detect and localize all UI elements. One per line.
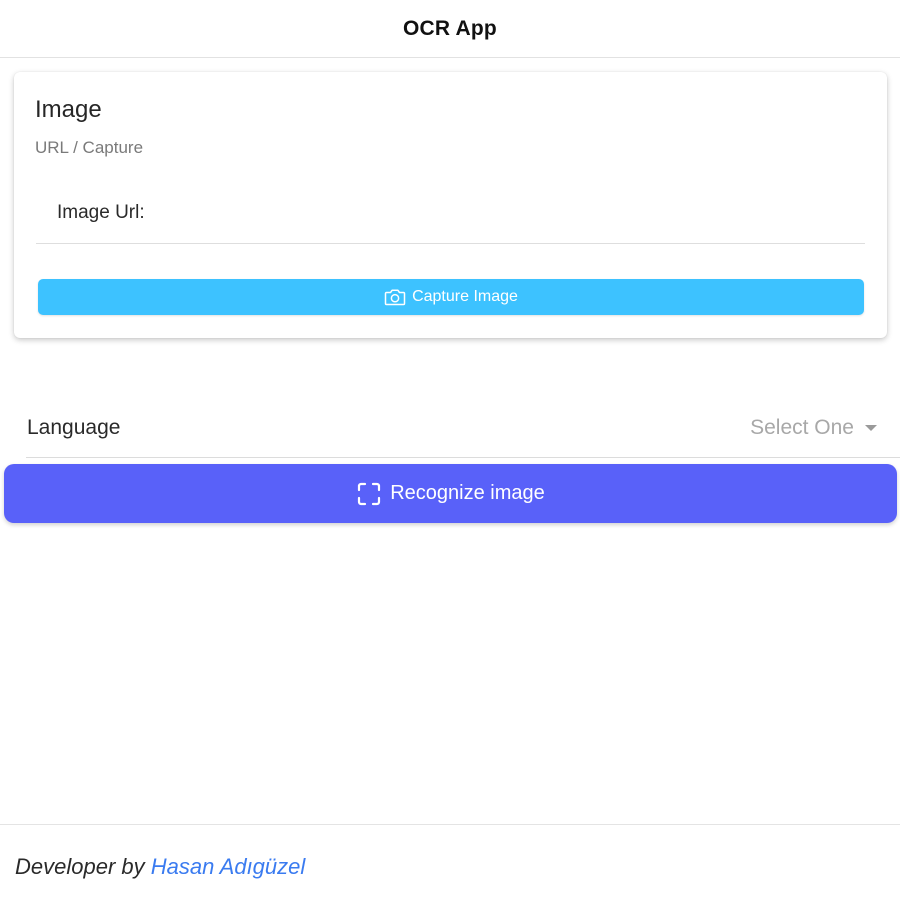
image-url-input[interactable] <box>176 194 850 236</box>
image-url-label: Image Url: <box>57 202 145 223</box>
footer-prefix: Developer by <box>15 854 151 879</box>
recognize-image-label: Recognize image <box>390 482 545 504</box>
scan-icon <box>356 481 382 507</box>
footer-credit: Developer by Hasan Adıgüzel <box>15 854 305 880</box>
language-label: Language <box>27 416 121 439</box>
image-card: Image URL / Capture Image Url: Capture I… <box>14 72 887 338</box>
footer: Developer by Hasan Adıgüzel <box>0 824 900 900</box>
camera-icon <box>384 288 406 306</box>
author-link[interactable]: Hasan Adıgüzel <box>151 854 306 879</box>
card-subtitle: URL / Capture <box>35 138 144 157</box>
recognize-image-button[interactable]: Recognize image <box>4 464 897 523</box>
capture-image-label: Capture Image <box>412 288 518 305</box>
image-url-item: Image Url: <box>36 184 865 244</box>
app-root: OCR App Image URL / Capture Image Url: C… <box>0 0 900 900</box>
caret-down-icon <box>865 425 877 431</box>
card-title: Image <box>35 96 102 123</box>
capture-image-button[interactable]: Capture Image <box>38 279 864 315</box>
language-select-value: Select One <box>750 416 854 439</box>
page-title: OCR App <box>403 16 497 40</box>
language-select[interactable]: Language Select One <box>26 398 900 458</box>
header-toolbar: OCR App <box>0 0 900 58</box>
